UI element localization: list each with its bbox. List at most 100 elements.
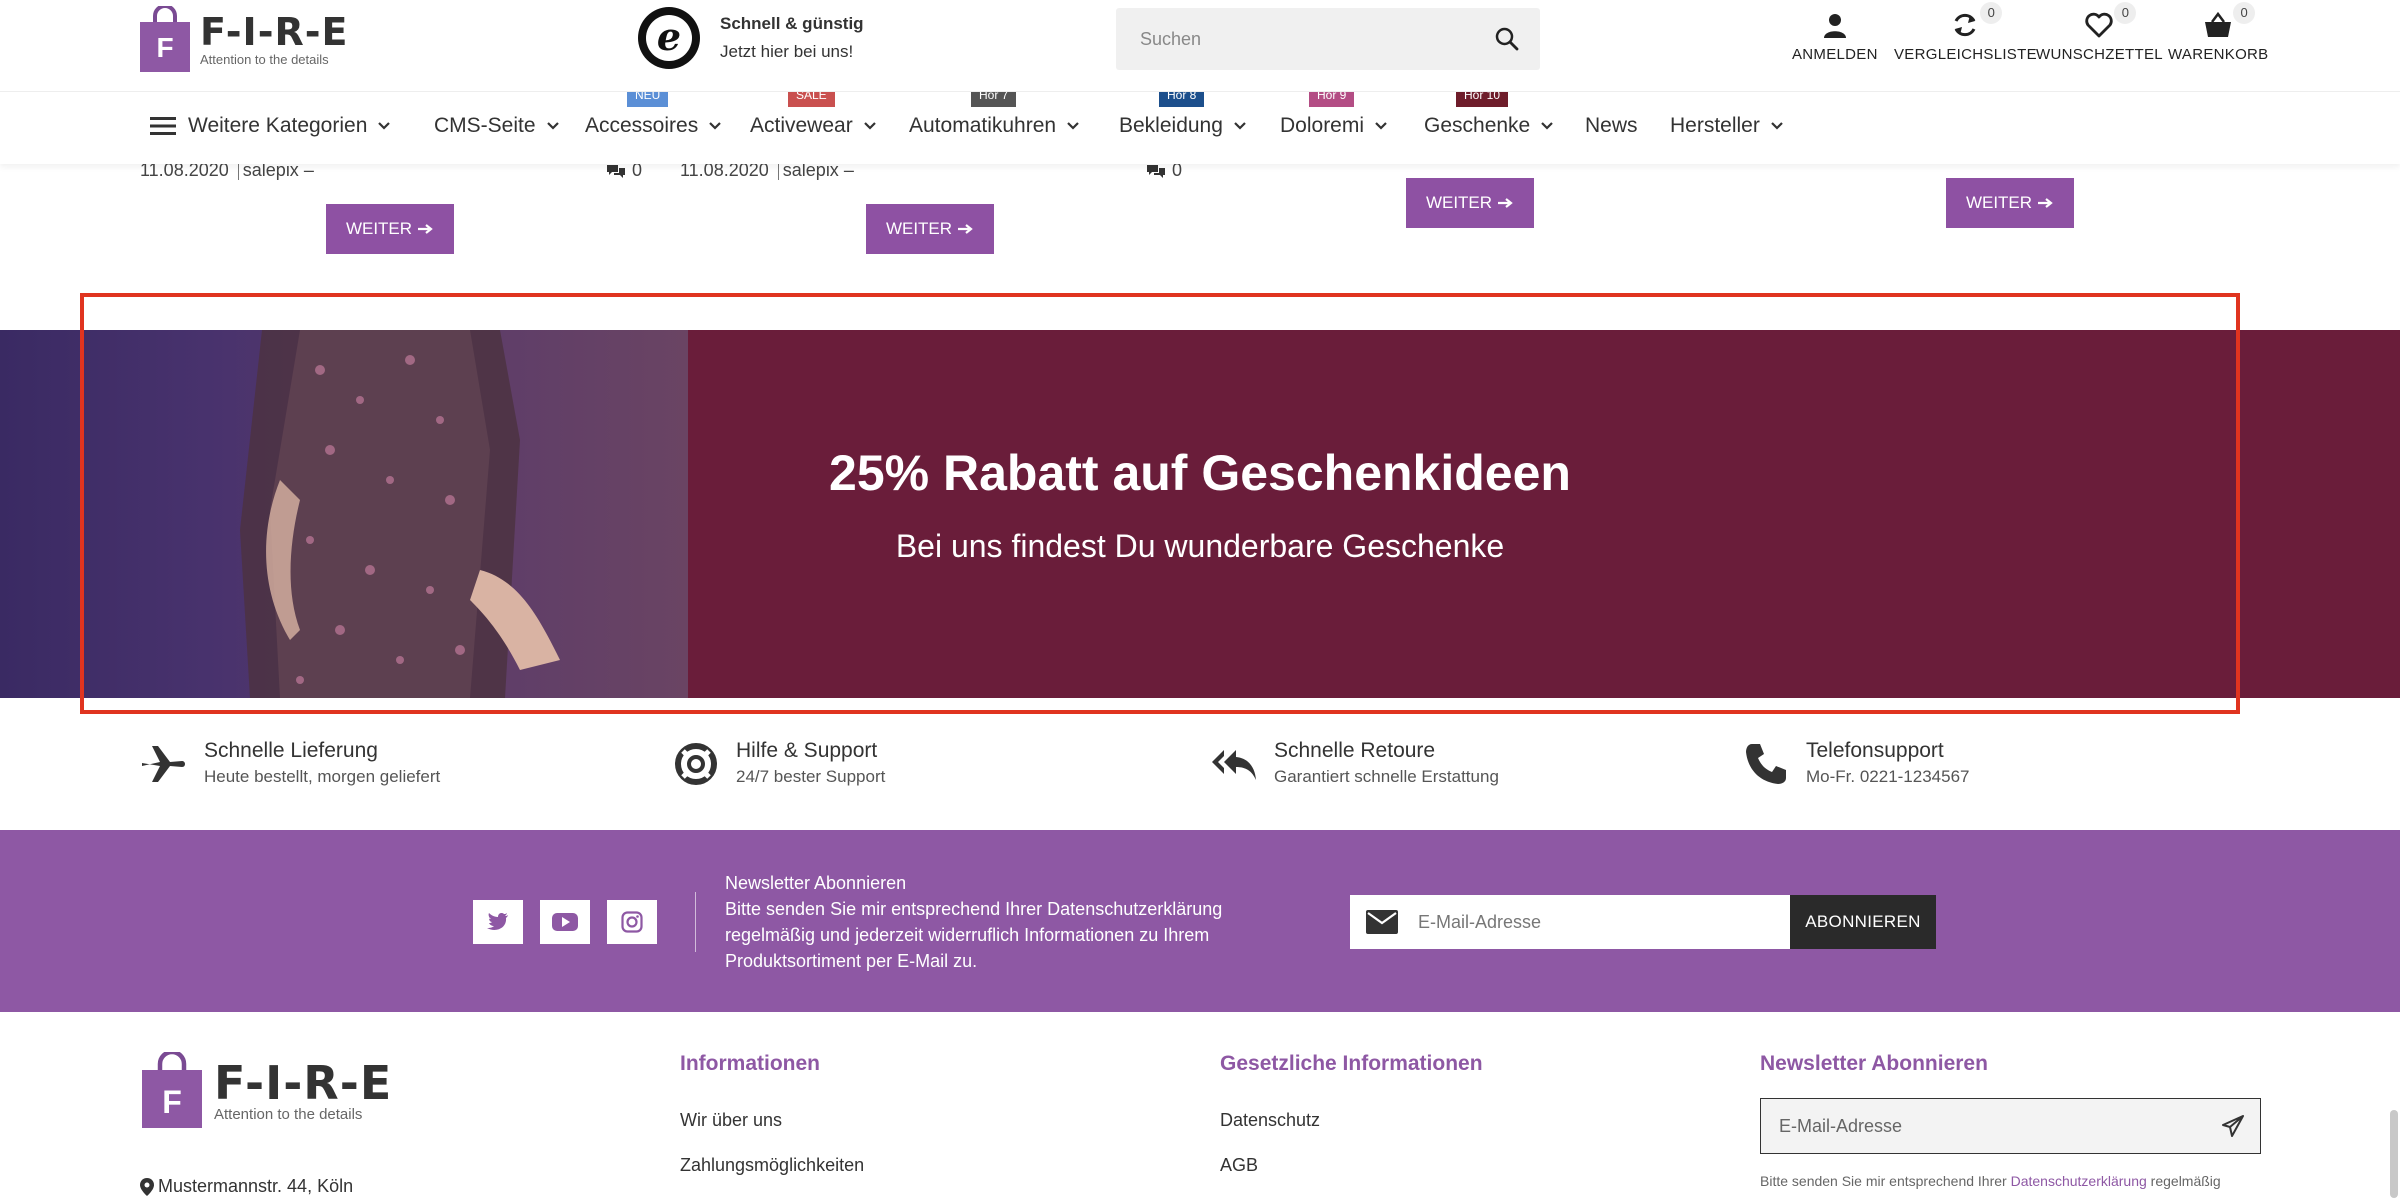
twitter-icon (487, 913, 509, 931)
newsletter-band: Newsletter Abonnieren Bitte senden Sie m… (0, 830, 2400, 1012)
chevron-down-icon (546, 121, 560, 131)
newsletter-title: Newsletter Abonnieren (725, 873, 907, 893)
comments-icon (606, 163, 626, 179)
cart-count-badge: 0 (2233, 2, 2256, 24)
trust-badge[interactable]: e Schnell & günstig Jetzt hier bei uns! (638, 7, 864, 69)
shopping-bag-logo-icon: F (140, 6, 190, 72)
footer-legal-title: Gesetzliche Informationen (1220, 1052, 1483, 1075)
nav-item-automatikuhren[interactable]: Automatikuhren (909, 114, 1080, 138)
newsletter-subscribe-button[interactable]: ABONNIEREN (1790, 895, 1936, 949)
compare-label: VERGLEICHSLISTE (1894, 46, 2037, 63)
footer-link-zahlungsmoeglichkeiten[interactable]: Zahlungsmöglichkeiten (680, 1155, 864, 1176)
weiter-button[interactable]: WEITER (1406, 178, 1534, 228)
map-marker-icon (140, 1177, 154, 1196)
airplane-icon (140, 740, 188, 788)
weiter-button[interactable]: WEITER (866, 204, 994, 254)
nav-item-news[interactable]: News (1585, 114, 1638, 138)
nav-item-bekleidung[interactable]: Bekleidung (1119, 114, 1247, 138)
phone-icon (1742, 740, 1790, 788)
nav-item-hersteller[interactable]: Hersteller (1670, 114, 1784, 138)
logo-letter: F (162, 1084, 182, 1120)
logo-word: F-I-R-E (200, 10, 349, 54)
instagram-icon (621, 911, 643, 933)
user-icon (1820, 10, 1850, 40)
arrow-right-icon (958, 224, 974, 234)
usp-item-lieferung: Schnelle Lieferung Heute bestellt, morge… (140, 738, 440, 790)
shopping-bag-logo-icon: F (142, 1052, 202, 1128)
logo-word: F-I-R-E (214, 1056, 393, 1110)
login-label: ANMELDEN (1792, 46, 1878, 63)
hamburger-menu-icon (150, 116, 176, 136)
search-box (1116, 8, 1540, 70)
banner-title: 25% Rabatt auf Geschenkideen (829, 445, 1571, 501)
arrow-right-icon (2038, 198, 2054, 208)
usp-item-support: Hilfe & Support 24/7 bester Support (672, 738, 885, 790)
newsletter-divider (695, 892, 696, 952)
chevron-down-icon (708, 121, 722, 131)
page-scrollbar[interactable] (2390, 1110, 2398, 1198)
arrow-right-icon (418, 224, 434, 234)
site-header: F F-I-R-E Attention to the details e Sch… (0, 0, 2400, 92)
nav-item-doloremi[interactable]: Doloremi (1280, 114, 1388, 138)
comments-icon (1146, 163, 1166, 179)
footer-newsletter-note: Bitte senden Sie mir entsprechend Ihrer … (1760, 1173, 2221, 1189)
arrow-right-icon (1498, 198, 1514, 208)
nav-item-geschenke[interactable]: Geschenke (1424, 114, 1554, 138)
paper-plane-icon[interactable] (2222, 1115, 2244, 1137)
login-button[interactable]: ANMELDEN (1792, 10, 1878, 63)
newsletter-info: Newsletter Abonnieren Bitte senden Sie m… (725, 870, 1245, 974)
compare-list-button[interactable]: 0 VERGLEICHSLISTE (1894, 2, 2037, 63)
cart-label: WARENKORB (2168, 46, 2269, 63)
privacy-policy-link[interactable]: Datenschutzerklärung (2011, 1173, 2147, 1189)
weiter-button[interactable]: WEITER (1946, 178, 2074, 228)
wishlist-count-badge: 0 (2114, 2, 2137, 24)
nav-item-accessoires[interactable]: Accessoires (585, 114, 722, 138)
compare-count-badge: 0 (1980, 2, 2003, 24)
footer-logo[interactable]: F F-I-R-E Attention to the details (142, 1052, 392, 1128)
logo-tagline: Attention to the details (214, 1106, 363, 1123)
newsletter-description: Bitte senden Sie mir entsprechend Ihrer … (725, 899, 1223, 971)
newsletter-form: ABONNIEREN (1350, 895, 1936, 949)
site-logo[interactable]: F F-I-R-E Attention to the details (140, 6, 348, 72)
banner-subtitle: Bei uns findest Du wunderbare Geschenke (895, 528, 1505, 564)
chevron-down-icon (1233, 121, 1247, 131)
chevron-down-icon (1374, 121, 1388, 131)
trust-subtitle: Jetzt hier bei uns! (720, 42, 854, 61)
footer-address: Mustermannstr. 44, Köln (140, 1176, 353, 1197)
nav-item-weitere-kategorien[interactable]: Weitere Kategorien (150, 114, 391, 138)
footer-newsletter-email-input[interactable] (1779, 1099, 2179, 1153)
footer-link-agb[interactable]: AGB (1220, 1155, 1258, 1176)
cart-button[interactable]: 0 WARENKORB (2168, 2, 2269, 63)
trusted-shops-seal-icon: e (638, 7, 700, 69)
chevron-down-icon (1066, 121, 1080, 131)
newsletter-email-input[interactable] (1414, 895, 1790, 949)
youtube-link[interactable] (540, 900, 590, 944)
refresh-icon: 0 (1950, 2, 2003, 40)
logo-tagline: Attention to the details (200, 52, 329, 67)
instagram-link[interactable] (607, 900, 657, 944)
heart-icon: 0 (2084, 2, 2137, 40)
nav-item-activewear[interactable]: Activewear (750, 114, 877, 138)
footer-link-wir-ueber-uns[interactable]: Wir über uns (680, 1110, 782, 1131)
reply-all-icon (1210, 740, 1258, 788)
weiter-button[interactable]: WEITER (326, 204, 454, 254)
chevron-down-icon (1770, 121, 1784, 131)
footer-link-datenschutz[interactable]: Datenschutz (1220, 1110, 1320, 1131)
usp-item-telefon: Telefonsupport Mo-Fr. 0221-1234567 (1742, 738, 1970, 790)
chevron-down-icon (863, 121, 877, 131)
footer-newsletter-title: Newsletter Abonnieren (1760, 1052, 1988, 1075)
search-icon[interactable] (1494, 26, 1520, 52)
logo-letter: F (156, 32, 174, 63)
search-input[interactable] (1140, 8, 1470, 70)
envelope-icon (1350, 895, 1414, 949)
youtube-icon (552, 913, 578, 931)
footer-newsletter-form (1760, 1098, 2261, 1154)
promo-banner[interactable]: 25% Rabatt auf Geschenkideen Bei uns fin… (0, 330, 2400, 698)
trust-title: Schnell & günstig (720, 14, 864, 33)
wishlist-button[interactable]: 0 WUNSCHZETTEL (2036, 2, 2163, 63)
nav-item-cms-seite[interactable]: CMS-Seite (434, 114, 560, 138)
chevron-down-icon (377, 121, 391, 131)
banner-model-image (0, 330, 688, 698)
twitter-link[interactable] (473, 900, 523, 944)
usp-item-retoure: Schnelle Retoure Garantiert schnelle Ers… (1210, 738, 1499, 790)
